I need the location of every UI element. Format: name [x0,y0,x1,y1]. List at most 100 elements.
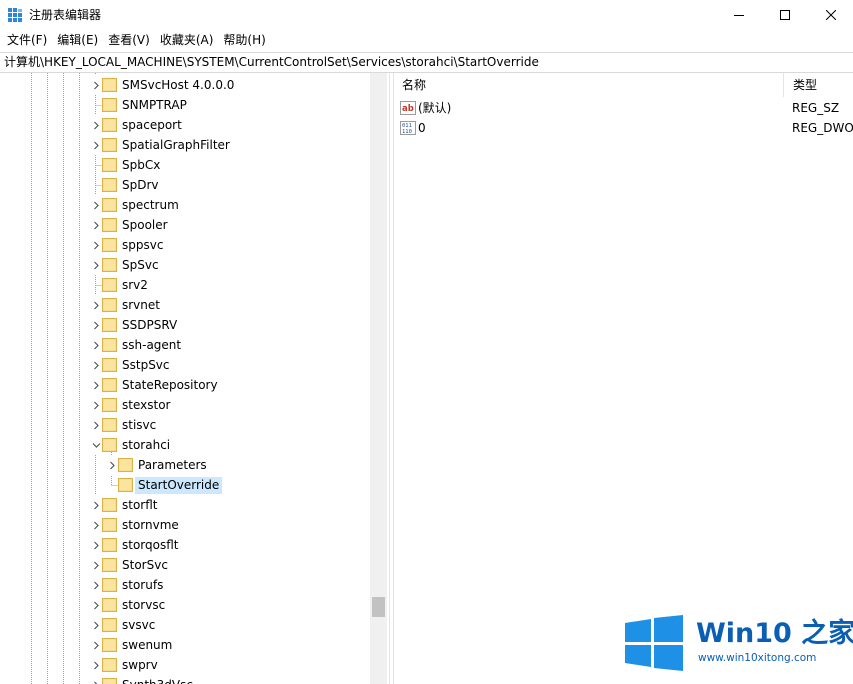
value-row[interactable]: ab (默认) REG_SZ [394,98,853,118]
menu-favorites[interactable]: 收藏夹(A) [155,30,219,50]
chevron-right-icon[interactable] [90,635,102,655]
folder-icon [102,258,117,272]
tree-item[interactable]: storflt [0,495,370,515]
chevron-right-icon[interactable] [90,535,102,555]
tree-item[interactable]: SMSvcHost 4.0.0.0 [0,75,370,95]
chevron-down-icon[interactable] [90,435,102,455]
chevron-right-icon[interactable] [90,375,102,395]
tree-item[interactable]: srvnet [0,295,370,315]
value-list[interactable]: 名称 类型 ab (默认) REG_SZ 011 110 0 REG_DWORD [394,73,853,684]
tree-item[interactable]: spectrum [0,195,370,215]
tree-item[interactable]: sppsvc [0,235,370,255]
tree-item-label: srv2 [122,278,148,292]
windows-logo-icon [625,615,683,671]
window-title: 注册表编辑器 [29,8,102,22]
tree-item[interactable]: SNMPTRAP [0,95,370,115]
chevron-right-icon[interactable] [90,215,102,235]
tree-item[interactable]: StateRepository [0,375,370,395]
chevron-right-icon[interactable] [90,555,102,575]
chevron-right-icon[interactable] [106,455,118,475]
folder-icon [102,338,117,352]
maximize-icon [780,10,790,20]
chevron-right-icon[interactable] [90,315,102,335]
chevron-right-icon[interactable] [90,575,102,595]
tree-item[interactable]: stisvc [0,415,370,435]
tree-item-label: srvnet [122,298,160,312]
folder-icon [102,138,117,152]
chevron-right-icon[interactable] [90,615,102,635]
chevron-right-icon[interactable] [90,335,102,355]
chevron-right-icon[interactable] [90,415,102,435]
menu-help[interactable]: 帮助(H) [218,30,270,50]
folder-icon [102,558,117,572]
chevron-right-icon[interactable] [90,255,102,275]
tree-item[interactable]: swenum [0,635,370,655]
maximize-button[interactable] [762,0,808,30]
tree-item[interactable]: spaceport [0,115,370,135]
tree-item[interactable]: SpbCx [0,155,370,175]
menu-file[interactable]: 文件(F) [2,30,52,50]
tree-item[interactable]: Parameters [0,455,370,475]
tree-item[interactable]: storahci [0,435,370,455]
minimize-button[interactable] [716,0,762,30]
folder-icon [102,498,117,512]
chevron-right-icon[interactable] [90,235,102,255]
chevron-right-icon[interactable] [90,115,102,135]
chevron-right-icon[interactable] [90,135,102,155]
value-row[interactable]: 011 110 0 REG_DWORD [394,118,853,138]
chevron-right-icon[interactable] [90,195,102,215]
tree-item-label: storufs [122,578,164,592]
minimize-icon [734,15,744,16]
tree-item[interactable]: Spooler [0,215,370,235]
folder-icon [102,198,117,212]
tree-item[interactable]: ssh-agent [0,335,370,355]
tree-item[interactable]: SstpSvc [0,355,370,375]
chevron-right-icon[interactable] [90,75,102,95]
menu-edit[interactable]: 编辑(E) [52,30,103,50]
address-bar[interactable]: 计算机\HKEY_LOCAL_MACHINE\SYSTEM\CurrentCon… [0,52,853,73]
chevron-right-icon[interactable] [90,655,102,675]
tree-item[interactable]: storufs [0,575,370,595]
tree-item-label: SSDPSRV [122,318,178,332]
tree-item[interactable]: storvsc [0,595,370,615]
tree-item-label: SNMPTRAP [122,98,187,112]
tree-item-label: svsvc [122,618,156,632]
column-header-type[interactable]: 类型 [785,73,853,97]
chevron-right-icon[interactable] [90,595,102,615]
tree-item[interactable]: Synth3dVsc [0,675,370,684]
tree-scrollbar[interactable] [370,73,387,684]
folder-icon [102,318,117,332]
tree-item[interactable]: StorSvc [0,555,370,575]
tree-item[interactable]: stornvme [0,515,370,535]
tree-item-label: ssh-agent [122,338,182,352]
chevron-right-icon[interactable] [90,355,102,375]
tree-item[interactable]: swprv [0,655,370,675]
tree-item[interactable]: stexstor [0,395,370,415]
chevron-right-icon[interactable] [90,495,102,515]
tree-item-label: spaceport [122,118,182,132]
tree-item[interactable]: StartOverride [0,475,370,495]
menu-view[interactable]: 查看(V) [103,30,155,50]
folder-icon [118,458,133,472]
tree-item[interactable]: srv2 [0,275,370,295]
folder-icon [118,478,133,492]
chevron-right-icon[interactable] [90,295,102,315]
chevron-right-icon[interactable] [90,395,102,415]
watermark: Win10 之家 www.win10xitong.com [620,612,853,684]
tree-item[interactable]: SpDrv [0,175,370,195]
tree-item[interactable]: SpatialGraphFilter [0,135,370,155]
key-tree[interactable]: SMSvcHost 4.0.0.0 SNMPTRAP spaceport Spatia… [0,73,389,684]
tree-item[interactable]: storqosflt [0,535,370,555]
chevron-right-icon[interactable] [90,515,102,535]
tree-item-label: StateRepository [122,378,218,392]
tree-item-label: StartOverride [135,477,223,494]
tree-item[interactable]: SSDPSRV [0,315,370,335]
folder-icon [102,678,117,684]
tree-item[interactable]: SpSvc [0,255,370,275]
close-button[interactable] [808,0,853,30]
folder-icon [102,298,117,312]
tree-item[interactable]: svsvc [0,615,370,635]
tree-scrollbar-thumb[interactable] [372,597,385,617]
chevron-right-icon[interactable] [90,675,102,684]
column-header-name[interactable]: 名称 [394,73,784,97]
